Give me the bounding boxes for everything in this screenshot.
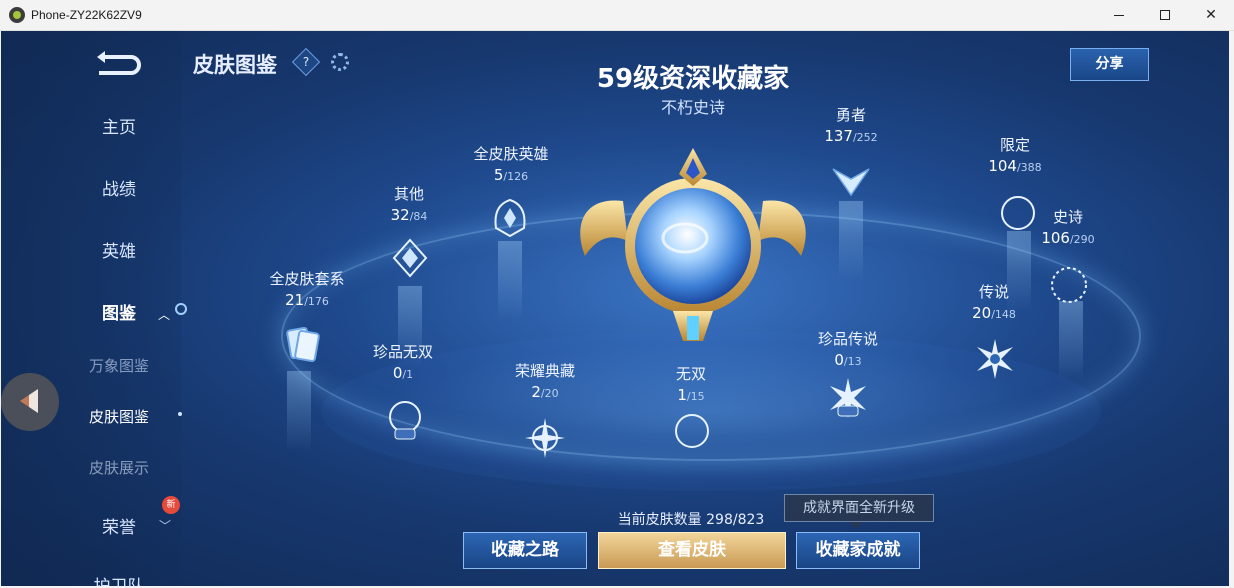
category-count: 104/388 [988,157,1042,175]
category-count: 0/1 [392,364,414,382]
sidebar-item-home[interactable]: 主页 [59,113,179,138]
active-indicator [175,303,187,315]
chevron-up-icon: ︿ [158,308,171,322]
category-label: 限定 [999,136,1030,154]
maximize-icon [1160,10,1170,20]
back-icon[interactable] [93,49,143,75]
collection-road-button[interactable]: 收藏之路 [463,532,587,569]
view-skins-button[interactable]: 查看皮肤 [598,532,786,569]
minimize-button[interactable] [1096,0,1142,31]
category-label: 珍品传说 [817,330,878,348]
sidebar-item-all-collection[interactable]: 万象图鉴 [59,355,179,376]
hero-helmet-icon[interactable] [488,196,532,240]
collector-rank-title: 59级资深收藏家 [596,64,790,94]
crescent-moon-icon[interactable] [670,409,714,453]
category-label: 珍品无双 [372,343,433,361]
window-title: Phone-ZY22K62ZV9 [31,8,142,22]
play-icon [20,389,38,413]
android-app-icon [9,7,25,23]
sidebar-item-skin-collection[interactable]: 皮肤图鉴 [59,406,179,427]
close-button[interactable]: ✕ [1188,0,1234,31]
window-title-bar: Phone-ZY22K62ZV9 ✕ [0,0,1234,31]
category-count: 106/290 [1041,229,1095,247]
category-count: 20/148 [972,304,1016,322]
category-label: 勇者 [835,106,866,124]
rare-crescent-moon-icon[interactable] [383,397,427,441]
light-beam [1059,301,1083,381]
collector-emblem [580,148,806,341]
help-icon: ? [302,55,310,69]
category-label: 无双 [675,365,706,383]
sidebar-item-skin-showcase[interactable]: 皮肤展示 [59,457,179,478]
game-screen: 主页 战绩 英雄 图鉴 ︿ 万象图鉴 皮肤图鉴 皮肤展示 荣誉 新 ﹀ 护卫队 … [1,31,1229,586]
category-count: 21/176 [285,291,329,309]
wing-emblem-icon[interactable] [829,159,873,203]
collector-achievement-button[interactable]: 收藏家成就 [796,532,920,569]
category-label: 荣耀典藏 [514,362,575,380]
category-count: 137/252 [824,127,878,145]
collector-rank-subtitle: 不朽史诗 [660,98,725,117]
compass-star-icon[interactable] [523,416,567,460]
floating-assistant-ball[interactable] [1,373,59,431]
sidebar-item-heroes[interactable]: 英雄 [59,237,179,262]
card-suit-icon[interactable] [281,323,325,367]
page-title: 皮肤图鉴 [193,53,277,77]
gear-icon[interactable] [331,53,349,71]
light-beam [839,201,863,281]
sidebar-item-record[interactable]: 战绩 [59,175,179,200]
category-label: 全皮肤套系 [269,270,345,288]
sidebar-item-guard[interactable]: 护卫队 [59,572,179,586]
achievement-tooltip: 成就界面全新升级 [784,494,934,529]
new-badge: 新 [162,496,180,514]
help-button[interactable]: ? [291,47,321,77]
light-beam [498,241,522,321]
category-count: 1/15 [677,386,705,404]
category-label: 全皮肤英雄 [473,145,549,163]
skin-count: 当前皮肤数量 298/823 [617,512,765,528]
chevron-down-icon: ﹀ [159,519,172,533]
category-label: 其他 [393,185,424,203]
category-count: 0/13 [834,351,862,369]
rare-sun-emblem-icon[interactable] [826,376,870,420]
sun-emblem-icon[interactable] [973,337,1017,381]
light-beam [287,371,311,451]
selected-dot [178,412,182,416]
category-count: 32/84 [390,206,428,224]
category-label: 传说 [978,283,1009,301]
category-label: 史诗 [1052,208,1083,226]
maximize-button[interactable] [1142,0,1188,31]
share-button[interactable]: 分享 [1070,48,1149,81]
category-count: 2/20 [531,383,559,401]
minimize-icon [1114,14,1124,16]
category-count: 5/126 [493,166,529,184]
diamond-emblem-icon[interactable] [388,236,432,280]
